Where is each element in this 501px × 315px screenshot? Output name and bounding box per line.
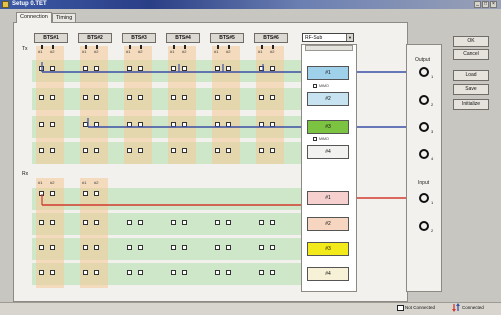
- connected-legend-icon: [452, 303, 460, 314]
- output-port-num: 4: [431, 156, 434, 161]
- port-marker: [184, 45, 186, 49]
- tx-connection-3: [88, 124, 324, 130]
- tx-rf-button-3[interactable]: #3: [307, 120, 349, 134]
- rf-disabled-field: [305, 45, 353, 51]
- initialize-button[interactable]: Initialize: [453, 99, 489, 110]
- port-marker: [173, 45, 175, 49]
- rx-rf-button-1[interactable]: #1: [307, 191, 349, 205]
- tx-rf-button-1[interactable]: #1: [307, 66, 349, 80]
- output-port-1[interactable]: [419, 67, 429, 77]
- port-marker: [217, 45, 219, 49]
- io-panel: [406, 44, 442, 292]
- rx-connection-1: [42, 195, 422, 206]
- input-port-num: 1: [431, 200, 434, 205]
- port-marker: [52, 45, 54, 49]
- port-marker: [129, 45, 131, 49]
- rf-sub-select-value: RF-Sub: [305, 35, 323, 41]
- port-marker: [140, 45, 142, 49]
- input-port-2[interactable]: [419, 221, 429, 231]
- mimo-label: MIMO: [319, 84, 329, 88]
- tx-connection-1: [42, 69, 324, 75]
- not-connected-legend-label: Not Connected: [405, 305, 436, 310]
- output-port-num: 1: [431, 74, 434, 79]
- load-button[interactable]: Load: [453, 70, 489, 81]
- input-label: Input: [418, 180, 430, 186]
- port-marker: [41, 45, 43, 49]
- mimo-check-box[interactable]: [313, 137, 317, 141]
- output-port-2[interactable]: [419, 95, 429, 105]
- output-label: Output: [415, 57, 431, 63]
- output-port-4[interactable]: [419, 149, 429, 159]
- connected-legend-label: Connected: [462, 305, 484, 310]
- port-marker: [228, 45, 230, 49]
- rx-rf-button-2[interactable]: #2: [307, 217, 349, 231]
- port-marker: [85, 45, 87, 49]
- tx-rf-button-4[interactable]: #4: [307, 145, 349, 159]
- output-port-num: 2: [431, 102, 434, 107]
- input-port-num: 2: [431, 228, 434, 233]
- rx-rf-button-4[interactable]: #4: [307, 267, 349, 281]
- chevron-down-icon[interactable]: ▼: [346, 34, 353, 41]
- mimo-label: MIMO: [319, 137, 329, 141]
- output-port-3[interactable]: [419, 122, 429, 132]
- output-port-num: 3: [431, 129, 434, 134]
- port-marker: [261, 45, 263, 49]
- rx-rf-button-3[interactable]: #3: [307, 242, 349, 256]
- save-button[interactable]: Save: [453, 84, 489, 95]
- port-marker: [96, 45, 98, 49]
- ok-button[interactable]: OK: [453, 36, 489, 47]
- cancel-button[interactable]: Cancel: [453, 49, 489, 60]
- tx-rf-button-2[interactable]: #2: [307, 92, 349, 106]
- tab-connection[interactable]: Connection: [16, 12, 52, 23]
- port-marker: [272, 45, 274, 49]
- mimo-check-box[interactable]: [313, 84, 317, 88]
- not-connected-legend-box: [397, 305, 404, 311]
- input-port-1[interactable]: [419, 193, 429, 203]
